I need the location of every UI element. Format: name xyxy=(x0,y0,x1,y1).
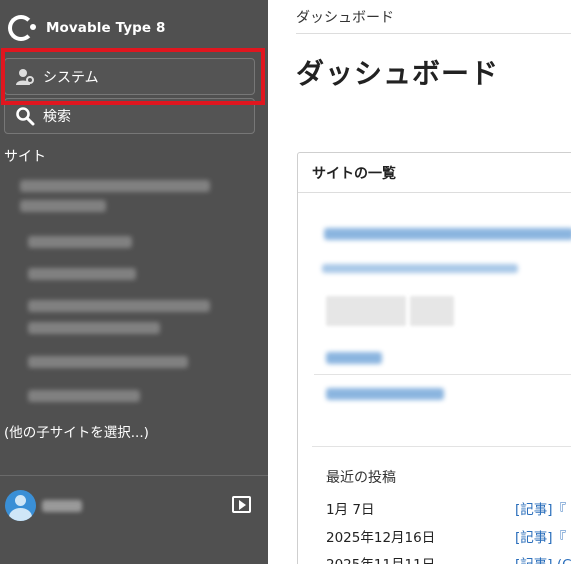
movable-type-logo-icon xyxy=(8,15,36,41)
preview-play-icon[interactable] xyxy=(232,496,251,513)
site-menu-link-redacted[interactable] xyxy=(326,352,382,364)
post-link[interactable]: [記事]『 xyxy=(515,526,566,546)
site-action-redacted[interactable] xyxy=(326,296,406,326)
sidebar-divider xyxy=(0,475,268,476)
system-menu-label: システム xyxy=(43,69,99,86)
site-url-redacted[interactable] xyxy=(322,264,518,273)
search-button[interactable]: 検索 xyxy=(4,98,255,134)
panel-divider xyxy=(314,374,571,375)
header-divider xyxy=(296,33,571,34)
search-icon xyxy=(16,107,35,126)
breadcrumb: ダッシュボード xyxy=(296,10,394,26)
other-sites-link[interactable]: (他の子サイトを選択...) xyxy=(4,421,149,441)
site-item-redacted[interactable] xyxy=(20,200,106,212)
post-date: 1月 7日 xyxy=(326,502,375,518)
sites-heading: サイト xyxy=(4,149,46,165)
site-item-redacted[interactable] xyxy=(28,236,132,248)
site-item-redacted[interactable] xyxy=(20,180,210,192)
post-link[interactable]: [記事] (C xyxy=(515,553,571,564)
system-user-icon xyxy=(16,68,34,85)
sidebar: Movable Type 8 システム 検索 サイト (他の子サイトを選択...… xyxy=(0,0,268,564)
site-list-heading: サイトの一覧 xyxy=(298,153,571,193)
site-item-redacted[interactable] xyxy=(28,322,160,334)
post-date: 2025年12月16日 xyxy=(326,530,436,546)
post-link[interactable]: [記事]『 xyxy=(515,498,566,518)
page-title: ダッシュボード xyxy=(296,57,500,90)
site-menu-link-redacted[interactable] xyxy=(326,388,444,400)
post-date: 2025年11月11日 xyxy=(326,553,435,564)
system-menu-button[interactable]: システム xyxy=(4,58,255,95)
user-avatar-icon[interactable] xyxy=(5,490,36,521)
app-name: Movable Type 8 xyxy=(46,20,166,36)
site-link-redacted[interactable] xyxy=(324,228,571,240)
site-item-redacted[interactable] xyxy=(28,268,136,280)
site-item-redacted[interactable] xyxy=(28,356,188,368)
brand[interactable]: Movable Type 8 xyxy=(8,12,166,44)
user-name-redacted[interactable] xyxy=(42,500,82,512)
site-item-redacted[interactable] xyxy=(28,390,140,402)
site-action-redacted[interactable] xyxy=(410,296,454,326)
search-label: 検索 xyxy=(43,109,71,125)
panel-divider xyxy=(312,446,571,447)
recent-posts-label: 最近の投稿 xyxy=(326,470,396,486)
site-item-redacted[interactable] xyxy=(28,300,210,312)
